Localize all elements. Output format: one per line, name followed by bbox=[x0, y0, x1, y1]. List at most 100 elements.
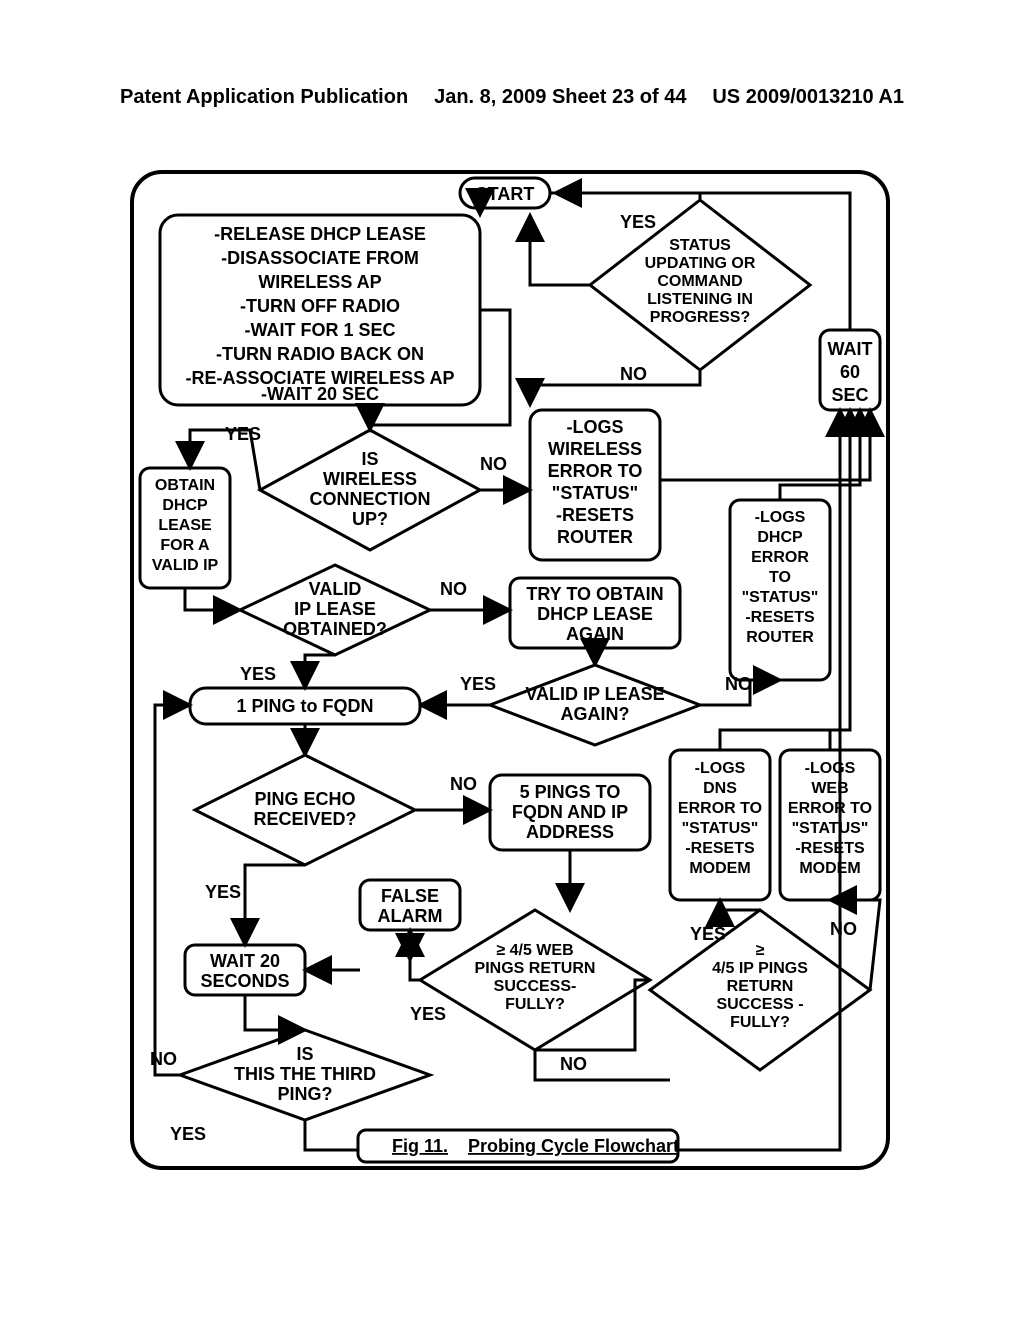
svg-text:YES: YES bbox=[690, 924, 726, 944]
svg-text:PING?: PING? bbox=[277, 1084, 332, 1104]
svg-text:"STATUS": "STATUS" bbox=[742, 589, 819, 606]
reset-process: -RELEASE DHCP LEASE -DISASSOCIATE FROM W… bbox=[160, 215, 480, 405]
thirdping-decision: IS THIS THE THIRD PING? bbox=[180, 1030, 430, 1120]
svg-text:YES: YES bbox=[620, 212, 656, 232]
svg-text:IP LEASE: IP LEASE bbox=[294, 599, 376, 619]
svg-text:NO: NO bbox=[440, 579, 467, 599]
ping1: 1 PING to FQDN bbox=[190, 688, 420, 724]
svg-text:"STATUS": "STATUS" bbox=[682, 820, 759, 837]
svg-text:ERROR TO: ERROR TO bbox=[678, 800, 762, 817]
svg-text:YES: YES bbox=[170, 1124, 206, 1144]
webpings-decision: ≥ 4/5 WEB PINGS RETURN SUCCESS- FULLY? bbox=[420, 910, 650, 1050]
svg-text:OBTAINED?: OBTAINED? bbox=[283, 619, 387, 639]
svg-text:60: 60 bbox=[840, 362, 860, 382]
pingecho-decision: PING ECHO RECEIVED? bbox=[195, 755, 415, 865]
svg-text:WAIT 20: WAIT 20 bbox=[210, 951, 280, 971]
svg-text:FQDN AND IP: FQDN AND IP bbox=[512, 802, 628, 822]
wait60: WAIT 60 SEC bbox=[820, 330, 880, 410]
svg-text:COMMAND: COMMAND bbox=[657, 273, 742, 290]
svg-text:-RESETS: -RESETS bbox=[795, 840, 865, 857]
svg-text:-TURN OFF RADIO: -TURN OFF RADIO bbox=[240, 296, 400, 316]
svg-text:YES: YES bbox=[460, 674, 496, 694]
svg-text:WIRELESS AP: WIRELESS AP bbox=[258, 272, 381, 292]
svg-text:SECONDS: SECONDS bbox=[200, 971, 289, 991]
log-wireless: -LOGS WIRELESS ERROR TO "STATUS" -RESETS… bbox=[530, 410, 660, 560]
svg-text:YES: YES bbox=[225, 424, 261, 444]
svg-text:ADDRESS: ADDRESS bbox=[526, 822, 614, 842]
svg-text:DHCP: DHCP bbox=[757, 529, 803, 546]
svg-text:-TURN RADIO BACK ON: -TURN RADIO BACK ON bbox=[216, 344, 424, 364]
svg-text:YES: YES bbox=[205, 882, 241, 902]
svg-text:Fig 11.: Fig 11. bbox=[392, 1136, 448, 1156]
wireless-decision: IS WIRELESS CONNECTION UP? bbox=[260, 430, 480, 550]
svg-text:PING ECHO: PING ECHO bbox=[254, 789, 355, 809]
svg-text:5 PINGS TO: 5 PINGS TO bbox=[520, 782, 621, 802]
svg-text:-WAIT 20 SEC: -WAIT 20 SEC bbox=[261, 384, 379, 404]
svg-text:IS: IS bbox=[361, 449, 378, 469]
svg-text:NO: NO bbox=[830, 919, 857, 939]
log-web: -LOGS WEB ERROR TO "STATUS" -RESETS MODE… bbox=[780, 750, 880, 900]
header-right: US 2009/0013210 A1 bbox=[712, 86, 904, 109]
svg-text:ERROR TO: ERROR TO bbox=[548, 461, 643, 481]
obtain-dhcp: OBTAIN DHCP LEASE FOR A VALID IP bbox=[140, 468, 230, 588]
svg-text:SUCCESS-: SUCCESS- bbox=[494, 978, 577, 995]
svg-text:LISTENING IN: LISTENING IN bbox=[647, 291, 753, 308]
svg-text:CONNECTION: CONNECTION bbox=[310, 489, 431, 509]
svg-text:THIS THE THIRD: THIS THE THIRD bbox=[234, 1064, 376, 1084]
svg-text:-RELEASE DHCP LEASE: -RELEASE DHCP LEASE bbox=[214, 224, 426, 244]
svg-text:ALARM: ALARM bbox=[378, 906, 443, 926]
svg-text:VALID IP LEASE: VALID IP LEASE bbox=[525, 684, 664, 704]
flowchart: START -RELEASE DHCP LEASE -DISASSOCIATE … bbox=[130, 170, 890, 1170]
svg-text:4/5 IP PINGS: 4/5 IP PINGS bbox=[712, 960, 808, 977]
svg-text:ROUTER: ROUTER bbox=[746, 629, 814, 646]
svg-text:-RESETS: -RESETS bbox=[556, 505, 634, 525]
svg-text:MODEM: MODEM bbox=[799, 860, 860, 877]
svg-text:SUCCESS -: SUCCESS - bbox=[716, 996, 803, 1013]
log-dns: -LOGS DNS ERROR TO "STATUS" -RESETS MODE… bbox=[670, 750, 770, 900]
svg-text:UP?: UP? bbox=[352, 509, 388, 529]
svg-text:DHCP: DHCP bbox=[162, 497, 208, 514]
start-node: START bbox=[460, 178, 550, 208]
svg-text:AGAIN: AGAIN bbox=[566, 624, 624, 644]
svg-text:SEC: SEC bbox=[831, 385, 868, 405]
valid-ip-decision: VALID IP LEASE OBTAINED? bbox=[240, 565, 430, 655]
svg-text:OBTAIN: OBTAIN bbox=[155, 477, 215, 494]
svg-text:NO: NO bbox=[620, 364, 647, 384]
svg-text:UPDATING OR: UPDATING OR bbox=[645, 255, 756, 272]
svg-text:VALID: VALID bbox=[309, 579, 362, 599]
svg-text:VALID IP: VALID IP bbox=[152, 557, 219, 574]
svg-text:NO: NO bbox=[480, 454, 507, 474]
svg-text:MODEM: MODEM bbox=[689, 860, 750, 877]
svg-text:DNS: DNS bbox=[703, 780, 737, 797]
svg-text:-LOGS: -LOGS bbox=[755, 509, 806, 526]
svg-text:START: START bbox=[476, 184, 535, 204]
svg-text:TO: TO bbox=[769, 569, 791, 586]
svg-text:-LOGS: -LOGS bbox=[805, 760, 856, 777]
svg-text:WAIT: WAIT bbox=[828, 339, 873, 359]
svg-text:RECEIVED?: RECEIVED? bbox=[253, 809, 356, 829]
svg-text:FULLY?: FULLY? bbox=[730, 1014, 790, 1031]
svg-text:PROGRESS?: PROGRESS? bbox=[650, 309, 750, 326]
svg-text:AGAIN?: AGAIN? bbox=[561, 704, 630, 724]
ping5: 5 PINGS TO FQDN AND IP ADDRESS bbox=[490, 775, 650, 850]
svg-text:ERROR: ERROR bbox=[751, 549, 809, 566]
svg-text:1 PING to FQDN: 1 PING to FQDN bbox=[236, 696, 373, 716]
svg-text:-WAIT FOR 1 SEC: -WAIT FOR 1 SEC bbox=[244, 320, 395, 340]
svg-text:PINGS RETURN: PINGS RETURN bbox=[475, 960, 596, 977]
svg-text:WIRELESS: WIRELESS bbox=[548, 439, 642, 459]
svg-text:STATUS: STATUS bbox=[669, 237, 731, 254]
svg-text:IS: IS bbox=[296, 1044, 313, 1064]
svg-text:Probing Cycle Flowchart: Probing Cycle Flowchart bbox=[468, 1136, 679, 1156]
svg-text:RETURN: RETURN bbox=[727, 978, 794, 995]
svg-text:FULLY?: FULLY? bbox=[505, 996, 565, 1013]
caption: Fig 11. Probing Cycle Flowchart bbox=[358, 1130, 679, 1162]
false-alarm: FALSE ALARM bbox=[360, 880, 460, 930]
svg-text:NO: NO bbox=[725, 674, 752, 694]
svg-text:YES: YES bbox=[240, 664, 276, 684]
svg-text:-RESETS: -RESETS bbox=[745, 609, 815, 626]
svg-text:WIRELESS: WIRELESS bbox=[323, 469, 417, 489]
svg-text:"STATUS": "STATUS" bbox=[552, 483, 638, 503]
svg-text:YES: YES bbox=[410, 1004, 446, 1024]
svg-text:ERROR TO: ERROR TO bbox=[788, 800, 872, 817]
header-left: Patent Application Publication bbox=[120, 86, 408, 109]
